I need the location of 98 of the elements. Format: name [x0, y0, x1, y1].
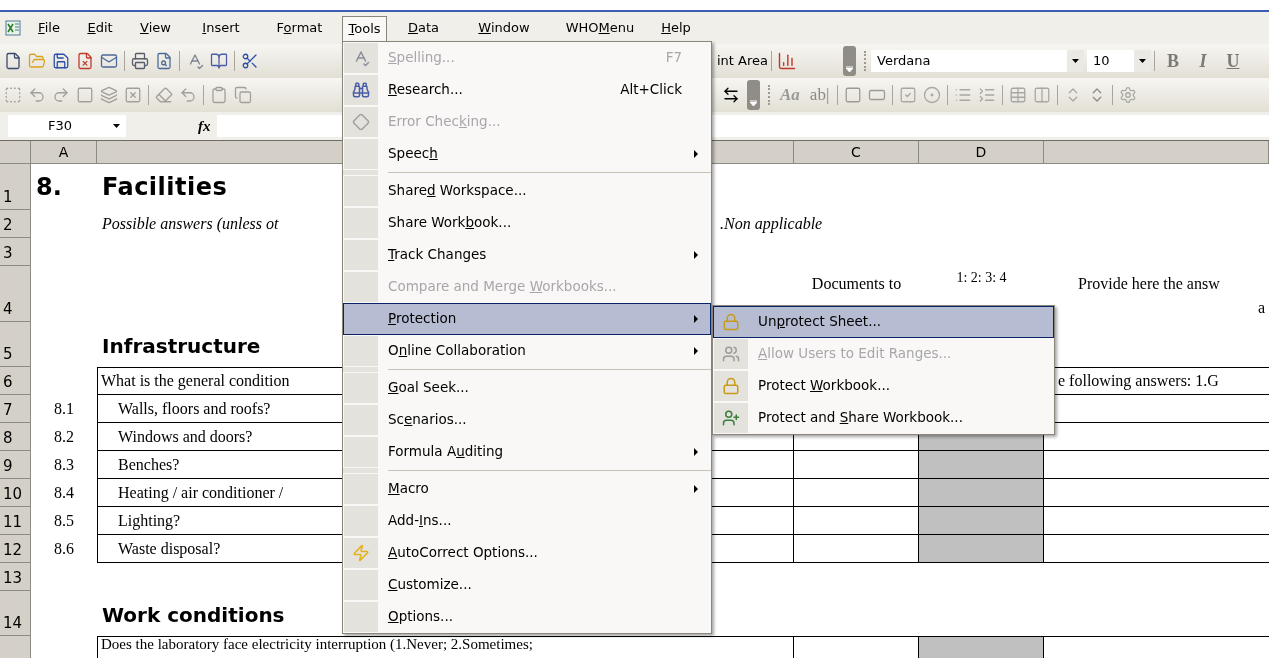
toolbar-grip[interactable]	[864, 51, 867, 71]
row-header[interactable]: 11	[0, 507, 31, 535]
menu-item[interactable]: Protect Workbook...	[713, 369, 1054, 402]
column-header[interactable]	[1044, 141, 1269, 164]
binoculars-icon	[352, 80, 370, 99]
question-text: Walls, floors and roofs?	[118, 398, 271, 419]
menu-item[interactable]: Unprotect Sheet...	[713, 305, 1054, 338]
function-label[interactable]: fx	[198, 114, 211, 138]
section-number: 8.	[36, 172, 62, 203]
dropdown-arrow-icon	[1139, 59, 1146, 63]
menu-item[interactable]: AutoCorrect Options...	[343, 536, 711, 569]
note-text: Possible answers (unless ot	[102, 214, 279, 235]
app-icon	[5, 20, 21, 36]
menu-item[interactable]: Formula Auditing	[343, 435, 711, 468]
column-heading: Provide here the answ	[1077, 274, 1220, 294]
question-text: Does the laboratory face electricity interruption (1.Never; 2.Sometimes;	[101, 637, 533, 651]
menu-item[interactable]: Track Changes	[343, 238, 711, 271]
lock-sheet-icon	[722, 312, 740, 331]
question-text: Waste disposal?	[118, 538, 221, 560]
font-size-field[interactable]: 10	[1087, 50, 1151, 72]
question-number: 8.6	[54, 539, 74, 559]
menu-item[interactable]: Online Collaboration	[343, 334, 711, 367]
row-header[interactable]: 4	[0, 266, 31, 322]
column-header[interactable]: D	[919, 141, 1044, 164]
users-icon	[722, 344, 740, 363]
select-all-corner[interactable]	[0, 141, 31, 164]
row-header[interactable]: 6	[0, 367, 31, 395]
section-heading: Infrastructure	[102, 333, 261, 360]
menu-item[interactable]: Options...	[343, 600, 711, 633]
menu-item[interactable]: Goal Seek...	[343, 371, 711, 404]
menu-item[interactable]: Add-Ins...	[343, 504, 711, 537]
menu-bar-item[interactable]: Edit	[74, 15, 126, 41]
lightning-icon	[352, 543, 370, 562]
menu-item[interactable]: Protection	[343, 302, 711, 335]
menu-bar-item[interactable]: Window	[460, 15, 548, 41]
question-text: What is the general condition	[101, 371, 290, 392]
menu-item[interactable]: Protect and Share Workbook...	[713, 401, 1054, 434]
row-header[interactable]: 7	[0, 395, 31, 423]
row-header[interactable]: 5	[0, 322, 31, 367]
question-number: 8.4	[54, 483, 74, 503]
column-heading: 1: 2: 3: 4	[956, 269, 1007, 287]
section-heading: Work conditions	[102, 602, 285, 629]
shortcut-label: Alt+Click	[620, 80, 683, 100]
menu-bar-item[interactable]: WHOMenu	[548, 15, 652, 41]
question-text: Windows and doors?	[118, 426, 253, 447]
share-sheet-icon	[722, 408, 740, 427]
question-text: Lighting?	[118, 510, 181, 532]
menu-item[interactable]: Scenarios...	[343, 403, 711, 436]
lock-icon	[722, 376, 740, 395]
menu-bar-item[interactable]: File	[24, 15, 74, 41]
dropdown-arrow-icon	[750, 100, 757, 106]
row-header[interactable]: 2	[0, 210, 31, 238]
column-header[interactable]: A	[31, 141, 97, 164]
row-header[interactable]: 3	[0, 238, 31, 266]
shortcut-label: F7	[665, 48, 683, 68]
menu-item[interactable]: Customize...	[343, 568, 711, 601]
toolbar-options-button[interactable]	[843, 46, 856, 76]
format-button[interactable]: B	[1158, 47, 1188, 75]
format-button[interactable]: I	[1188, 47, 1218, 75]
menu-item[interactable]: Research... Alt+Click	[343, 73, 711, 106]
row-header[interactable]: 12	[0, 535, 31, 563]
row-header[interactable]: 14	[0, 591, 31, 636]
diamond-check-icon	[352, 112, 370, 131]
question-number: 8.3	[54, 455, 74, 475]
column-header[interactable]: C	[794, 141, 919, 164]
question-number: 8.2	[54, 427, 74, 447]
row-header[interactable]: 8	[0, 423, 31, 451]
menu-bar-item[interactable]: Tools	[342, 15, 387, 41]
toolbar-grip[interactable]	[768, 85, 771, 105]
menu-item[interactable]: Speech	[343, 137, 711, 170]
format-button[interactable]: U	[1218, 47, 1248, 75]
row-header[interactable]: 1	[0, 164, 31, 210]
question-number: 8.5	[54, 511, 74, 531]
question-number: 8.1	[54, 399, 74, 419]
question-text: Heating / air conditioner /	[118, 482, 284, 504]
menu-bar-item[interactable]: Help	[652, 15, 700, 41]
question-text: e following answers: 1.G	[1058, 371, 1219, 392]
section-title: Facilities	[102, 172, 228, 203]
row-header[interactable]: 13	[0, 563, 31, 591]
row-header[interactable]: 10	[0, 479, 31, 507]
note-text: .Non applicable	[720, 214, 823, 235]
font-field[interactable]: Verdana	[871, 50, 1084, 72]
menu-bar-item[interactable]: View	[126, 15, 185, 41]
menu-bar-item[interactable]: Format	[257, 15, 342, 41]
print-area-label[interactable]: int Area	[717, 51, 768, 71]
column-heading: Documents to	[811, 274, 902, 294]
column-heading: a	[1257, 298, 1266, 318]
dropdown-arrow-icon	[846, 66, 853, 72]
menu-item[interactable]: Share Workbook...	[343, 206, 711, 239]
row-header[interactable]: 9	[0, 451, 31, 479]
menu-item[interactable]: Shared Workspace...	[343, 174, 711, 207]
question-text: Benches?	[118, 454, 180, 475]
menu-bar-item[interactable]: Data	[387, 15, 460, 41]
menu-item[interactable]: Macro	[343, 472, 711, 505]
menu-bar-item[interactable]: Insert	[185, 15, 257, 41]
name-box[interactable]: F30	[8, 115, 126, 137]
dropdown-arrow-icon	[1072, 59, 1079, 63]
dropdown-arrow-icon	[113, 124, 120, 128]
